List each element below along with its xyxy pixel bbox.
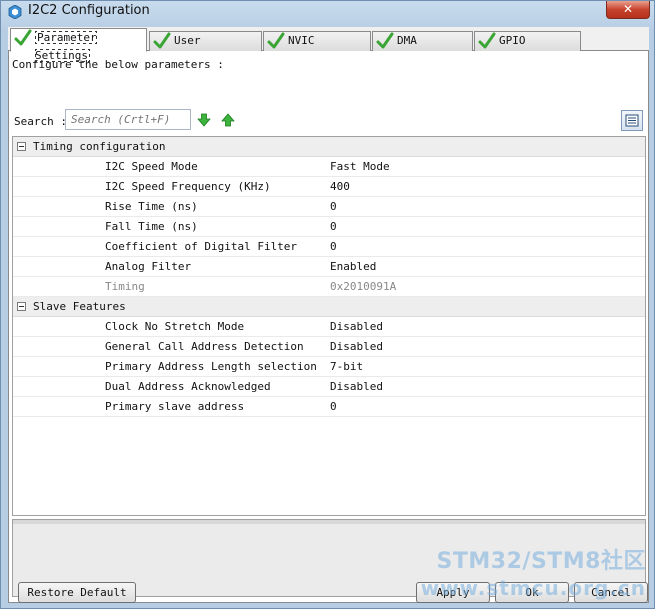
param-name: Primary slave address <box>105 400 245 413</box>
table-row[interactable]: Analog Filter Enabled <box>13 257 645 277</box>
check-icon <box>267 32 285 49</box>
param-value[interactable]: Disabled <box>330 317 383 336</box>
table-row[interactable]: Fall Time (ns) 0 <box>13 217 645 237</box>
dialog-client: Parameter Settings User Constants NVIC S… <box>8 27 649 603</box>
cancel-button[interactable]: Cancel <box>574 582 648 603</box>
app-hexagon-icon <box>8 5 22 19</box>
table-row[interactable]: Clock No Stretch Mode Disabled <box>13 317 645 337</box>
param-name: Rise Time (ns) <box>105 200 198 213</box>
param-name: Fall Time (ns) <box>105 220 198 233</box>
check-icon <box>478 32 496 49</box>
search-label: Search : <box>14 115 67 128</box>
restore-default-button[interactable]: Restore Default <box>18 582 136 603</box>
param-value[interactable]: Enabled <box>330 257 376 276</box>
table-row[interactable]: I2C Speed Mode Fast Mode <box>13 157 645 177</box>
close-button[interactable]: ✕ <box>606 1 650 19</box>
param-value[interactable]: Fast Mode <box>330 157 390 176</box>
tab-user-constants[interactable]: User Constants <box>149 31 262 65</box>
expand-all-button[interactable] <box>621 110 643 131</box>
tab-label: Parameter Settings <box>35 31 97 62</box>
arrow-down-icon[interactable] <box>197 113 211 127</box>
param-name: Primary Address Length selection <box>105 360 317 373</box>
param-name: I2C Speed Mode <box>105 160 198 173</box>
param-name: Analog Filter <box>105 260 192 273</box>
param-name: Clock No Stretch Mode <box>105 320 245 333</box>
param-value[interactable]: 7-bit <box>330 357 363 376</box>
parameter-panel: Configure the below parameters : Search … <box>8 51 649 603</box>
tab-dma-settings[interactable]: DMA Settings <box>372 31 473 65</box>
table-row: Timing 0x2010091A <box>13 277 645 297</box>
check-icon <box>376 32 394 49</box>
collapse-toggle-icon[interactable] <box>17 142 26 151</box>
tab-nvic-settings[interactable]: NVIC Settings <box>263 31 371 65</box>
param-value: 0x2010091A <box>330 280 397 293</box>
param-value[interactable]: 0 <box>330 397 337 416</box>
tab-parameter-settings[interactable]: Parameter Settings <box>10 28 147 62</box>
table-row[interactable]: Dual Address Acknowledged Disabled <box>13 377 645 397</box>
param-name: Coefficient of Digital Filter <box>105 240 298 253</box>
ok-button[interactable]: Ok <box>495 582 569 603</box>
dialog-window: I2C2 Configuration ✕ Parameter Settings … <box>0 0 655 609</box>
table-row[interactable]: Rise Time (ns) 0 <box>13 197 645 217</box>
param-name: I2C Speed Frequency (KHz) <box>105 180 271 193</box>
param-value[interactable]: Disabled <box>330 337 383 356</box>
group-label: Timing configuration <box>33 140 166 153</box>
tab-gpio-settings[interactable]: GPIO Settings <box>474 31 581 65</box>
parameter-tree: Timing configuration I2C Speed Mode Fast… <box>12 136 646 516</box>
tab-bar: Parameter Settings User Constants NVIC S… <box>8 27 649 65</box>
table-row[interactable]: Primary slave address 0 <box>13 397 645 417</box>
param-value[interactable]: 0 <box>330 237 337 256</box>
check-icon <box>153 32 171 49</box>
param-value[interactable]: 0 <box>330 217 337 236</box>
collapse-toggle-icon[interactable] <box>17 302 26 311</box>
title-bar: I2C2 Configuration ✕ <box>1 1 654 23</box>
param-value[interactable]: Disabled <box>330 377 383 396</box>
table-row[interactable]: General Call Address Detection Disabled <box>13 337 645 357</box>
group-row-timing-configuration[interactable]: Timing configuration <box>13 137 645 157</box>
list-view-icon <box>625 114 639 127</box>
table-row[interactable]: Coefficient of Digital Filter 0 <box>13 237 645 257</box>
param-name: Timing <box>105 280 145 293</box>
apply-button[interactable]: Apply <box>416 582 490 603</box>
search-input[interactable] <box>65 109 191 130</box>
param-value[interactable]: 0 <box>330 197 337 216</box>
param-name: General Call Address Detection <box>105 340 304 353</box>
group-label: Slave Features <box>33 300 126 313</box>
arrow-up-icon[interactable] <box>221 113 235 127</box>
param-value[interactable]: 400 <box>330 177 350 196</box>
window-title: I2C2 Configuration <box>28 3 150 18</box>
check-icon <box>14 29 32 46</box>
group-row-slave-features[interactable]: Slave Features <box>13 297 645 317</box>
table-row[interactable]: Primary Address Length selection 7-bit <box>13 357 645 377</box>
param-name: Dual Address Acknowledged <box>105 380 271 393</box>
table-row[interactable]: I2C Speed Frequency (KHz) 400 <box>13 177 645 197</box>
